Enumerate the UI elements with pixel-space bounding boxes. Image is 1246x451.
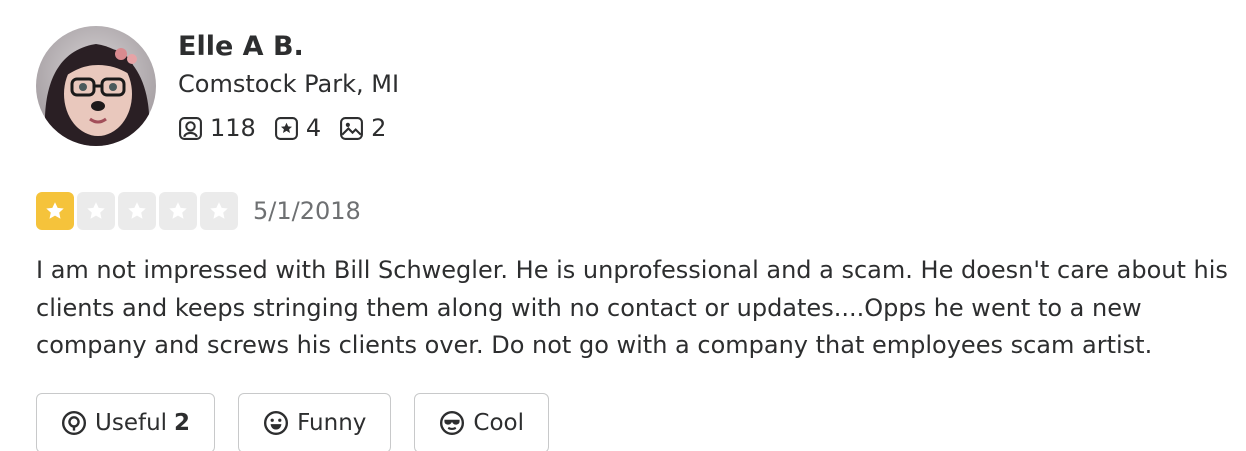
cool-label: Cool xyxy=(473,410,524,436)
star-icon xyxy=(46,202,64,219)
star-3 xyxy=(118,192,156,230)
lightbulb-icon xyxy=(61,410,87,436)
review-card: Elle A B. Comstock Park, MI 118 4 2 5/1/… xyxy=(0,0,1246,451)
friends-count: 118 xyxy=(210,114,256,142)
star-icon xyxy=(128,202,146,219)
user-location: Comstock Park, MI xyxy=(178,70,400,98)
funny-button[interactable]: Funny xyxy=(238,393,392,451)
avatar-image xyxy=(36,26,156,146)
star-2 xyxy=(77,192,115,230)
useful-button[interactable]: Useful 2 xyxy=(36,393,216,451)
star-1 xyxy=(36,192,74,230)
review-text-line: company and screws his clients over. Do … xyxy=(36,331,1153,359)
review-star-icon xyxy=(274,116,298,140)
reviews-count: 4 xyxy=(305,114,322,142)
cool-button[interactable]: Cool xyxy=(414,393,549,451)
reviews-stat: 4 xyxy=(274,114,321,142)
review-text: I am not impressed with Bill Schwegler. … xyxy=(36,252,1246,365)
star-icon xyxy=(169,202,187,219)
friends-stat: 118 xyxy=(178,114,256,142)
star-5 xyxy=(200,192,238,230)
photos-stat: 2 xyxy=(339,114,386,142)
smile-icon xyxy=(263,410,289,436)
star-4 xyxy=(159,192,197,230)
sunglasses-icon xyxy=(439,410,465,436)
user-name[interactable]: Elle A B. xyxy=(178,30,304,64)
useful-count: 2 xyxy=(174,410,191,436)
reaction-buttons: Useful 2 Funny Cool xyxy=(36,393,572,451)
review-date: 5/1/2018 xyxy=(253,197,361,225)
rating-row: 5/1/2018 xyxy=(36,192,361,230)
review-text-line: clients and keeps stringing them along w… xyxy=(36,293,1142,322)
avatar[interactable] xyxy=(36,26,156,146)
review-text-line: I am not impressed with Bill Schwegler. … xyxy=(36,256,1228,284)
star-icon xyxy=(87,202,105,219)
photo-icon xyxy=(340,116,364,140)
useful-label: Useful xyxy=(95,410,168,436)
funny-label: Funny xyxy=(297,410,367,436)
friends-icon xyxy=(179,116,202,140)
user-stats: 118 4 2 xyxy=(178,112,404,144)
star-icon xyxy=(210,202,228,219)
photos-count: 2 xyxy=(371,114,387,142)
